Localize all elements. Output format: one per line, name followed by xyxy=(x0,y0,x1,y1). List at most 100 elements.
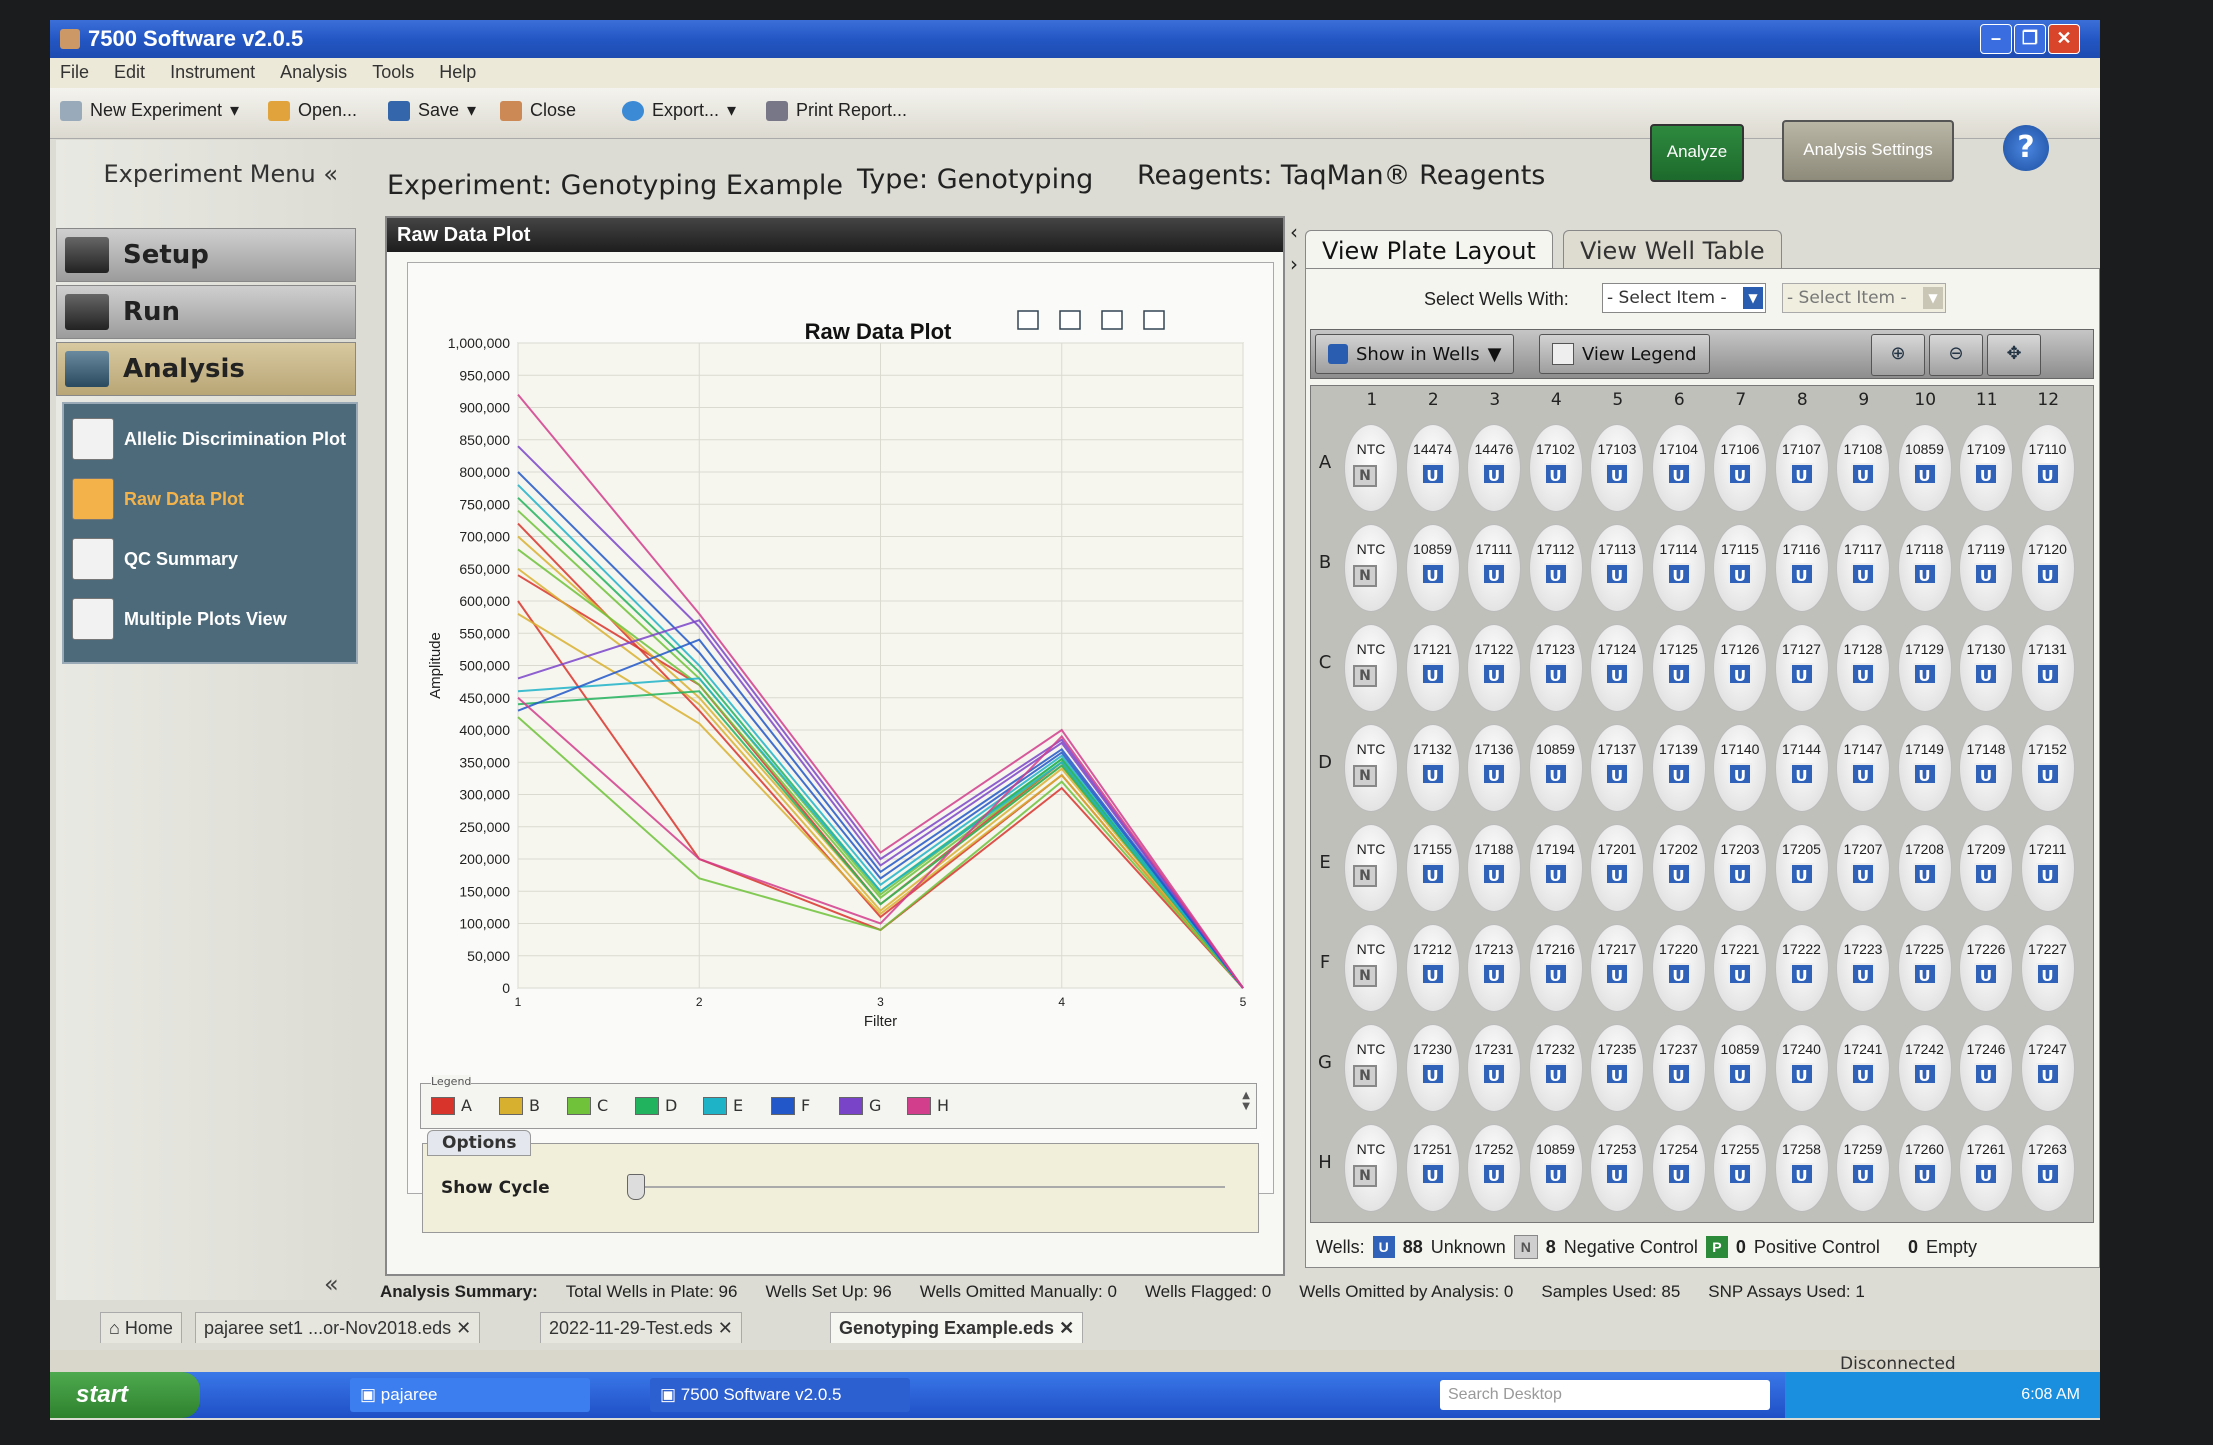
collapse-bottom-icon[interactable]: « xyxy=(324,1270,339,1298)
doc-tab-test[interactable]: 2022-11-29-Test.eds ✕ xyxy=(540,1312,742,1343)
plate-well[interactable]: 17201 U xyxy=(1590,824,1644,912)
plate-well[interactable]: 17124 U xyxy=(1590,624,1644,712)
plate-well[interactable]: 10859 U xyxy=(1405,524,1460,612)
menu-instrument[interactable]: Instrument xyxy=(160,58,265,87)
plate-well[interactable]: 17240 U xyxy=(1774,1024,1829,1112)
plate-well[interactable]: 17123 U xyxy=(1528,624,1583,712)
plate-column-header[interactable]: 5 xyxy=(1587,390,1649,416)
collapse-icon[interactable]: « xyxy=(323,160,338,188)
legend-item-d[interactable]: D xyxy=(635,1096,677,1115)
plate-well[interactable]: 17137 U xyxy=(1590,724,1644,812)
plate-row-header[interactable]: H xyxy=(1315,1152,1335,1173)
restore-button[interactable]: ❐ xyxy=(2014,24,2046,54)
plate-well[interactable]: 17114 U xyxy=(1651,524,1706,612)
plate-well[interactable]: 17237 U xyxy=(1651,1024,1706,1112)
plate-well[interactable]: NTC N xyxy=(1344,924,1398,1012)
show-cycle-slider[interactable] xyxy=(627,1174,645,1200)
menu-tools[interactable]: Tools xyxy=(362,58,424,87)
plate-well[interactable]: NTC N xyxy=(1344,624,1398,712)
minimize-button[interactable]: – xyxy=(1980,24,2012,54)
plate-well[interactable]: 17106 U xyxy=(1713,424,1767,512)
print-icon[interactable] xyxy=(1017,310,1039,330)
plate-well[interactable]: 17120 U xyxy=(2020,524,2075,612)
plate-well[interactable]: 14474 U xyxy=(1405,424,1460,512)
plate-row-header[interactable]: C xyxy=(1315,652,1335,673)
menu-edit[interactable]: Edit xyxy=(104,58,155,87)
plate-well[interactable]: 17261 U xyxy=(1959,1124,2013,1212)
legend-scroll-icon[interactable]: ▲ ▼ xyxy=(1242,1090,1250,1112)
plate-well[interactable]: 17225 U xyxy=(1897,924,1952,1012)
zoom-out-icon[interactable]: ⊖ xyxy=(1929,334,1983,376)
doc-tab-home[interactable]: ⌂ Home xyxy=(100,1312,182,1343)
plate-well[interactable]: 17216 U xyxy=(1528,924,1583,1012)
plate-well[interactable]: 17102 U xyxy=(1528,424,1583,512)
plate-row-header[interactable]: A xyxy=(1315,452,1335,473)
plate-well[interactable]: 17148 U xyxy=(1959,724,2013,812)
zoom-in-icon[interactable]: ⊕ xyxy=(1871,334,1925,376)
nav-analysis[interactable]: Analysis xyxy=(56,342,356,396)
fit-to-view-icon[interactable]: ✥ xyxy=(1987,334,2041,376)
plate-well[interactable]: 17213 U xyxy=(1467,924,1521,1012)
tab-view-plate-layout[interactable]: View Plate Layout xyxy=(1305,230,1553,270)
nav-setup[interactable]: Setup xyxy=(56,228,356,282)
plate-column-header[interactable]: 1 xyxy=(1341,390,1403,416)
plate-well[interactable]: 17211 U xyxy=(2020,824,2075,912)
plate-well[interactable]: 17230 U xyxy=(1405,1024,1460,1112)
chart-settings-icon[interactable] xyxy=(1101,310,1123,330)
analysis-settings-button[interactable]: Analysis Settings xyxy=(1782,120,1954,182)
plate-well[interactable]: 17116 U xyxy=(1774,524,1829,612)
plate-well[interactable]: 14476 U xyxy=(1467,424,1521,512)
new-experiment-button[interactable]: New Experiment ▾ xyxy=(60,100,239,121)
plate-well[interactable]: 17112 U xyxy=(1528,524,1583,612)
collapse-left-icon[interactable]: ‹ xyxy=(1290,220,1298,244)
plate-well[interactable]: 17212 U xyxy=(1405,924,1460,1012)
plate-well[interactable]: 10859 U xyxy=(1713,1024,1767,1112)
plate-column-header[interactable]: 10 xyxy=(1895,390,1957,416)
legend-item-f[interactable]: F xyxy=(771,1096,810,1115)
plate-well[interactable]: 17128 U xyxy=(1836,624,1890,712)
menu-analysis[interactable]: Analysis xyxy=(270,58,357,87)
plate-well[interactable]: 17258 U xyxy=(1774,1124,1829,1212)
legend-list-icon[interactable] xyxy=(1143,310,1165,330)
plate-well[interactable]: 17223 U xyxy=(1836,924,1890,1012)
plate-well[interactable]: 17247 U xyxy=(2020,1024,2075,1112)
show-cycle-track[interactable] xyxy=(635,1186,1225,1188)
plate-well[interactable]: 17113 U xyxy=(1590,524,1644,612)
plate-column-header[interactable]: 2 xyxy=(1403,390,1465,416)
copy-icon[interactable] xyxy=(1059,310,1081,330)
plate-well[interactable]: 17208 U xyxy=(1897,824,1952,912)
options-tab[interactable]: Options xyxy=(427,1130,532,1156)
plate-well[interactable]: 17104 U xyxy=(1651,424,1706,512)
plate-well[interactable]: NTC N xyxy=(1344,724,1398,812)
plate-column-header[interactable]: 3 xyxy=(1464,390,1526,416)
legend-item-h[interactable]: H xyxy=(907,1096,949,1115)
plate-well[interactable]: 17246 U xyxy=(1959,1024,2013,1112)
view-legend-button[interactable]: View Legend xyxy=(1539,334,1710,374)
plate-column-header[interactable]: 6 xyxy=(1649,390,1711,416)
plate-well[interactable]: 17149 U xyxy=(1897,724,1952,812)
plate-well[interactable]: 17205 U xyxy=(1774,824,1829,912)
tab-view-well-table[interactable]: View Well Table xyxy=(1563,230,1782,270)
qc-summary-item[interactable]: QC Summary xyxy=(72,534,356,584)
plate-column-header[interactable]: 12 xyxy=(2018,390,2080,416)
raw-data-plot-item[interactable]: Raw Data Plot xyxy=(72,474,356,524)
plate-well[interactable]: 17254 U xyxy=(1651,1124,1706,1212)
plate-well[interactable]: 17260 U xyxy=(1897,1124,1952,1212)
plate-well[interactable]: 17136 U xyxy=(1467,724,1521,812)
plate-well[interactable]: 17119 U xyxy=(1959,524,2013,612)
multiple-plots-view-item[interactable]: Multiple Plots View xyxy=(72,594,356,644)
plate-well[interactable]: 17118 U xyxy=(1897,524,1952,612)
plate-well[interactable]: NTC N xyxy=(1344,1124,1398,1212)
plate-row-header[interactable]: E xyxy=(1315,852,1335,873)
search-desktop-input[interactable]: Search Desktop xyxy=(1440,1380,1770,1410)
select-item-dropdown-2[interactable]: - Select Item - ▼ xyxy=(1782,283,1946,313)
menu-file[interactable]: File xyxy=(50,58,99,87)
plate-well[interactable]: 17125 U xyxy=(1651,624,1706,712)
plate-well[interactable]: 17259 U xyxy=(1836,1124,1890,1212)
menu-help[interactable]: Help xyxy=(429,58,486,87)
plate-well[interactable]: 17263 U xyxy=(2020,1124,2075,1212)
help-icon[interactable]: ? xyxy=(2003,125,2049,171)
plate-well[interactable]: 17235 U xyxy=(1590,1024,1644,1112)
plate-well[interactable]: 17226 U xyxy=(1959,924,2013,1012)
plate-column-header[interactable]: 11 xyxy=(1956,390,2018,416)
